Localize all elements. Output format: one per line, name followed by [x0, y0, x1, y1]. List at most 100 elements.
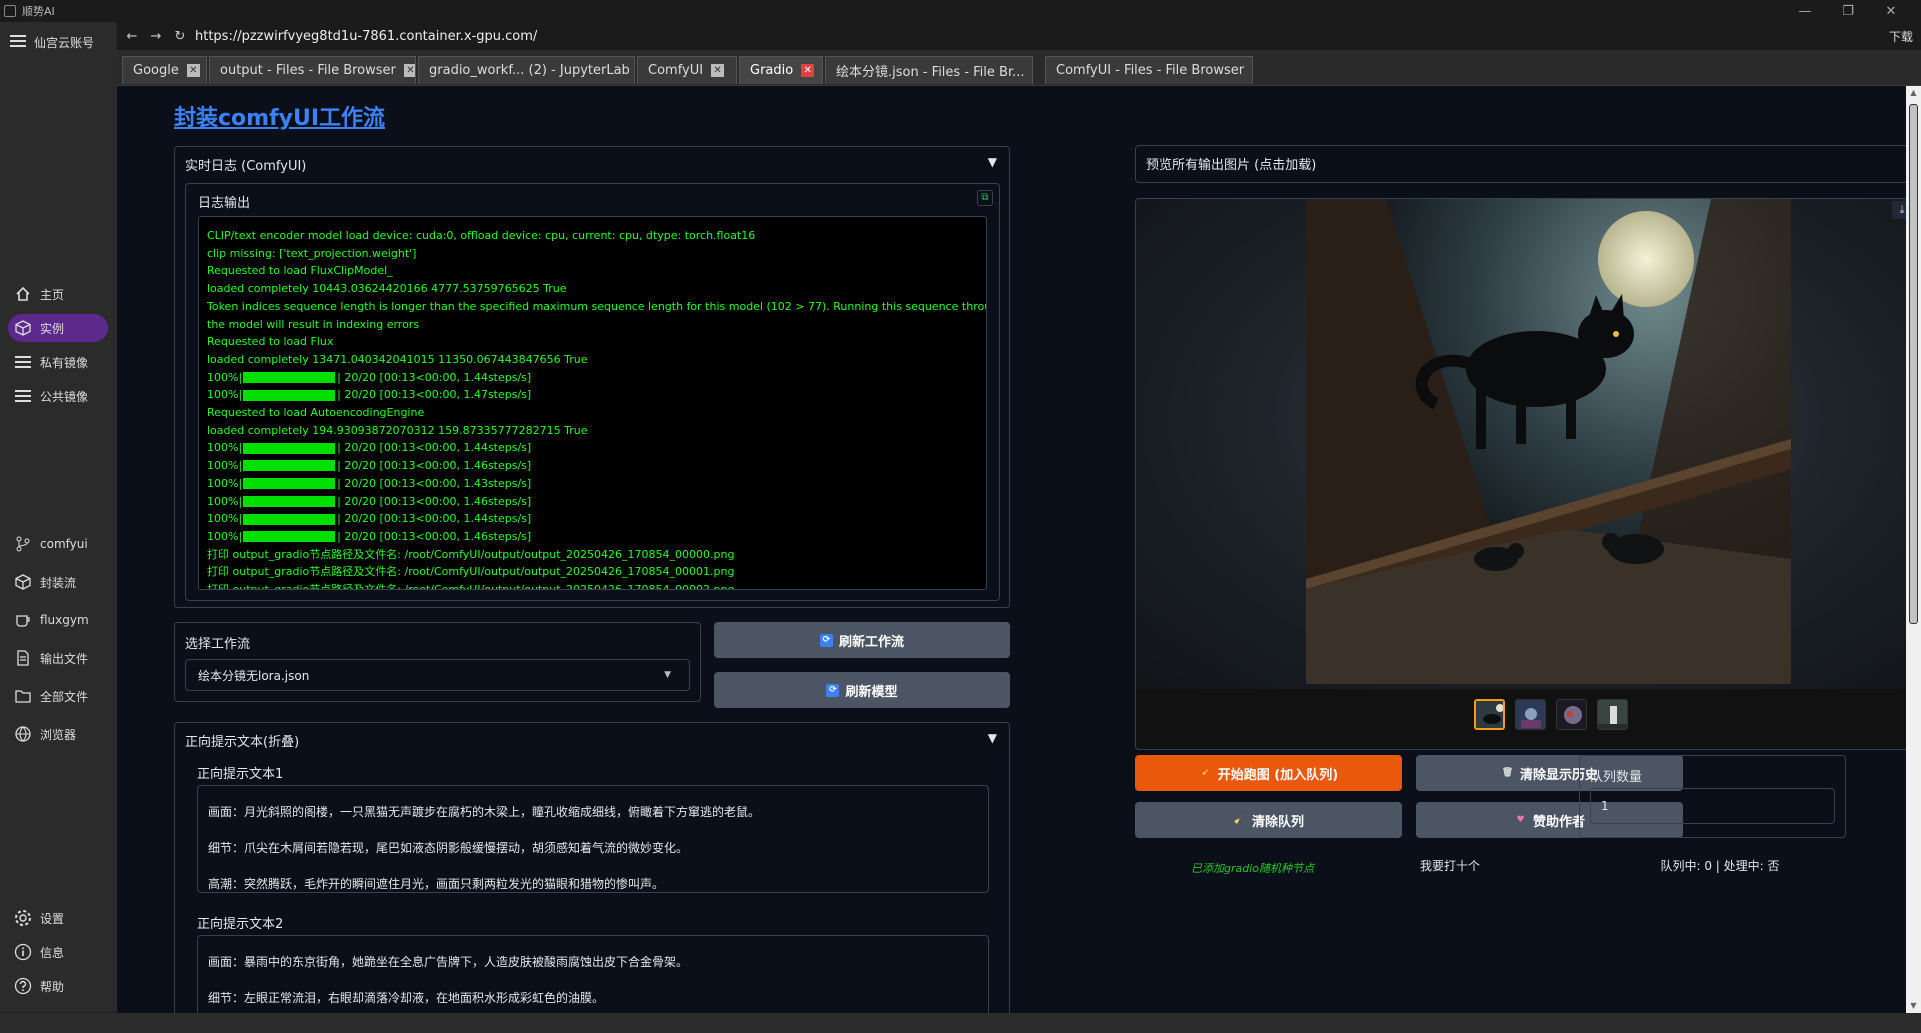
close-tab-icon[interactable]: ✕ — [403, 64, 415, 77]
scroll-thumb[interactable] — [1909, 104, 1918, 624]
account-menu[interactable]: 仙宫云账号 — [10, 34, 94, 51]
close-window-button[interactable]: ✕ — [1871, 0, 1911, 22]
prompt-text-line: 细节：爪尖在木屑间若隐若现，尾巴如液态阴影般缓慢摆动，胡须感知着气流的微妙变化。 — [208, 841, 689, 855]
sidebar-item-instances[interactable]: 实例 — [8, 314, 108, 342]
log-line-prefix: 100%| — [207, 441, 243, 455]
queue-count-block: 队列数量 1 — [1579, 755, 1846, 838]
log-line: Requested to load FluxClipModel_ — [207, 262, 978, 280]
sidebar-item-public-images[interactable]: 公共镜像 — [8, 382, 108, 410]
download-icon[interactable]: ⤓ — [1892, 201, 1906, 219]
chevron-down-icon: ▼ — [664, 670, 671, 680]
tab-output-files[interactable]: output - Files - File Browser ✕ — [209, 56, 416, 84]
prompt-text-line: 细节：左眼正常流泪，右眼却滴落冷却液，在地面积水形成彩虹色的油膜。 — [208, 991, 605, 1005]
log-output-label: 日志输出 — [198, 196, 251, 211]
copy-icon[interactable]: ⧉ — [977, 190, 993, 206]
close-tab-icon[interactable]: ✕ — [801, 64, 815, 77]
rocket-icon: ➶ — [1201, 767, 1210, 778]
sidebar-item-help[interactable]: 帮助 — [8, 972, 108, 1000]
url-field[interactable]: https://pzzwirfvyeg8td1u-7861.container.… — [195, 29, 537, 44]
log-textbox[interactable]: CLIP/text encoder model load device: cud… — [198, 216, 987, 590]
log-line-text: 打印 output_gradio节点路径及文件名: /root/ComfyUI/… — [207, 565, 735, 579]
clear-queue-button[interactable]: 🧹 清除队列 — [1135, 802, 1402, 838]
sidebar-item-output-files[interactable]: 输出文件 — [8, 644, 108, 672]
sidebar-item-workflow[interactable]: 封装流 — [8, 568, 108, 596]
tab-google[interactable]: Google ✕ — [122, 56, 207, 84]
close-tab-icon[interactable]: ✕ — [711, 64, 725, 77]
close-tab-icon[interactable]: ✕ — [1252, 64, 1253, 77]
prompt-panel-title[interactable]: 正向提示文本(折叠) — [185, 731, 299, 750]
thumbnail-2[interactable] — [1515, 699, 1546, 730]
log-panel-title[interactable]: 实时日志 (ComfyUI) — [185, 155, 306, 174]
scroll-down-icon[interactable]: ▼ — [1906, 999, 1921, 1013]
tab-label: 绘本分镜.json - Files - File Br... — [836, 65, 1025, 80]
prompt-text-line: 高潮：突然腾跃，毛炸开的瞬间遮住月光，画面只剩两粒发光的猫眼和猎物的惨叫声。 — [208, 877, 665, 891]
thumbnail-strip — [1474, 699, 1628, 730]
maximize-button[interactable]: ❐ — [1828, 0, 1868, 22]
gradio-page: 封装comfyUI工作流 实时日志 (ComfyUI) ▼ 日志输出 ⧉ CLI… — [117, 86, 1906, 1013]
preview-panel-header[interactable]: 预览所有输出图片 (点击加载) ◀ — [1135, 145, 1906, 183]
thumbnail-4[interactable] — [1597, 699, 1628, 730]
thumbnail-3[interactable] — [1556, 699, 1587, 730]
page-scrollbar[interactable]: ▲ ▼ — [1906, 86, 1921, 1013]
cat-in-attic-image[interactable] — [1306, 199, 1791, 684]
sidebar-item-private-images[interactable]: 私有镜像 — [8, 348, 108, 376]
tab-label: gradio_workf... (2) - JupyterLab — [429, 63, 630, 78]
list-icon — [14, 387, 32, 405]
tab-comfyui[interactable]: ComfyUI ✕ — [637, 56, 737, 84]
log-line-prefix: 100%| — [207, 494, 243, 508]
collapse-icon[interactable]: ▼ — [988, 731, 997, 745]
tab-gradio[interactable]: Gradio ✕ — [739, 56, 823, 84]
progress-bar — [243, 531, 336, 543]
refresh-workflow-button[interactable]: ⟳ 刷新工作流 — [714, 622, 1010, 658]
sidebar-item-fluxgym[interactable]: fluxgym — [8, 606, 108, 634]
scroll-up-icon[interactable]: ▲ — [1906, 86, 1921, 100]
cup-icon — [14, 611, 32, 629]
sidebar-item-info[interactable]: 信息 — [8, 938, 108, 966]
page-title[interactable]: 封装comfyUI工作流 — [174, 100, 385, 132]
account-label: 仙宫云账号 — [34, 36, 95, 50]
sidebar-item-comfyui[interactable]: comfyui — [8, 530, 108, 558]
tab-json-file[interactable]: 绘本分镜.json - Files - File Br...✕ — [825, 56, 1033, 84]
thumbnail-1[interactable] — [1474, 699, 1505, 730]
tab-comfyui-files[interactable]: ComfyUI - Files - File Browser ✕ — [1045, 56, 1253, 84]
log-line: the model will result in indexing errors — [207, 316, 978, 334]
gallery-controls: ⤓ ⛶ ✕ — [1892, 201, 1906, 219]
close-tab-icon[interactable]: ✕ — [186, 64, 200, 77]
minimize-button[interactable]: — — [1785, 0, 1825, 22]
log-line: 打印 output_gradio节点路径及文件名: /root/ComfyUI/… — [207, 581, 978, 589]
refresh-icon: ⟳ — [819, 633, 833, 647]
forward-button[interactable]: → — [147, 29, 165, 44]
refresh-model-button[interactable]: ⟳ 刷新模型 — [714, 672, 1010, 708]
log-line-prefix: 100%| — [207, 388, 243, 402]
download-button[interactable]: 下载 — [1889, 28, 1913, 45]
collapse-icon[interactable]: ▼ — [988, 155, 997, 169]
workflow-value: 绘本分镜无lora.json — [198, 668, 310, 683]
window-titlebar: 顺势AI — ❐ ✕ — [0, 0, 1921, 22]
reload-button[interactable]: ↻ — [171, 29, 189, 44]
start-generation-button[interactable]: ➶ 开始跑图 (加入队列) — [1135, 755, 1402, 791]
log-line-text: clip missing: ['text_projection.weight'] — [207, 246, 417, 260]
workflow-label: 选择工作流 — [185, 637, 251, 652]
log-line: 100%| | 20/20 [00:13<00:00, 1.44steps/s] — [207, 369, 978, 387]
sidebar-item-all-files[interactable]: 全部文件 — [8, 682, 108, 710]
sidebar-item-browser[interactable]: 浏览器 — [8, 720, 108, 748]
prompt-1-textarea[interactable]: 画面：月光斜照的阁楼，一只黑猫无声踱步在腐朽的木梁上，瞳孔收缩成细线，俯瞰着下方… — [197, 785, 989, 893]
queue-status: 队列中: 0 | 处理中: 否 — [1660, 859, 1780, 873]
help-icon — [14, 977, 32, 995]
back-button[interactable]: ← — [123, 29, 141, 44]
sidebar-item-label: 实例 — [40, 321, 65, 336]
queue-count-input[interactable]: 1 — [1590, 788, 1835, 824]
sidebar-item-settings[interactable]: 设置 — [8, 904, 108, 932]
log-panel: 实时日志 (ComfyUI) ▼ 日志输出 ⧉ CLIP/text encode… — [174, 146, 1010, 608]
log-line-prefix: 100%| — [207, 476, 243, 490]
log-line: loaded completely 13471.040342041015 113… — [207, 351, 978, 369]
want-ten-status: 我要打十个 — [1419, 859, 1480, 873]
sidebar-item-label: fluxgym — [40, 613, 89, 627]
progress-bar — [243, 389, 336, 401]
sidebar-item-home[interactable]: 主页 — [8, 280, 108, 308]
tab-jupyterlab[interactable]: gradio_workf... (2) - JupyterLab✕ — [418, 56, 635, 84]
prompt-2-textarea[interactable]: 画面：暴雨中的东京街角，她跪坐在全息广告牌下，人造皮肤被酸雨腐蚀出皮下合金骨架。… — [197, 935, 989, 1013]
log-line-prefix: 100%| — [207, 459, 243, 473]
preview-panel-title: 预览所有输出图片 (点击加载) — [1146, 158, 1317, 173]
workflow-dropdown[interactable]: 绘本分镜无lora.json ▼ — [185, 659, 690, 691]
